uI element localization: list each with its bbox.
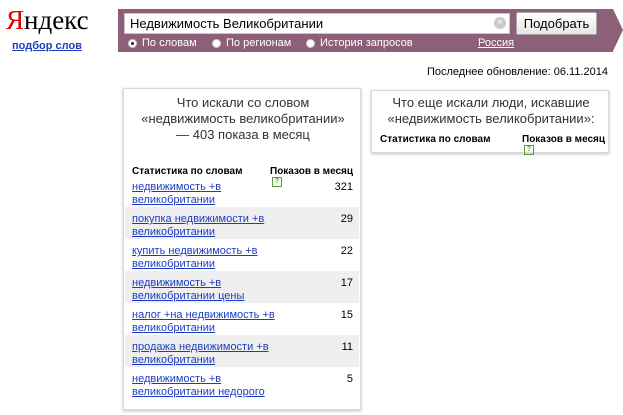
phrase-count: 17 [340,277,353,289]
words-table: недвижимость +в великобритании 321 покуп… [125,175,359,399]
phrase-count: 5 [346,373,353,385]
table-row: недвижимость +в великобритании 321 [125,175,359,207]
phrase-link[interactable]: продажа недвижимости +в великобритании [132,341,282,367]
radio-by-regions[interactable]: По регионам [212,37,291,49]
phrase-count: 15 [340,309,353,321]
phrase-link[interactable]: недвижимость +в великобритании цены [132,277,282,303]
phrase-count: 29 [340,213,353,225]
phrase-count: 321 [334,181,353,193]
phrase-link[interactable]: купить недвижимость +в великобритании [132,245,282,271]
last-updated: Последнее обновление: 06.11.2014 [426,66,608,78]
words-panel: Что искали со словом «недвижимость велик… [123,88,361,410]
radio-icon[interactable] [212,38,221,48]
yandex-logo[interactable]: Яндекс [6,5,89,35]
wordstat-link[interactable]: подбор слов [12,40,82,52]
radio-by-regions-label: По регионам [226,37,292,49]
table-row: налог +на недвижимость +в великобритании… [125,303,359,335]
clear-icon[interactable]: × [494,17,506,29]
col-count-header: Показов в месяц? [522,134,608,156]
phrase-link[interactable]: недвижимость +в великобритании [132,181,282,207]
table-row: недвижимость +в великобритании цены 17 [125,271,359,303]
submit-button[interactable]: Подобрать [516,12,597,35]
words-panel-title: Что искали со словом «недвижимость велик… [141,95,345,142]
table-row: недвижимость +в великобритании недорого … [125,367,359,399]
radio-checked-icon[interactable] [128,38,137,48]
region-link[interactable]: Россия [478,37,514,49]
table-row: купить недвижимость +в великобритании 22 [125,239,359,271]
col-count-label: Показов в месяц [522,134,606,145]
phrase-count: 22 [340,245,353,257]
radio-icon[interactable] [306,38,315,48]
related-panel: Что еще искали люди, искавшие «недвижимо… [371,90,609,156]
radio-by-words[interactable]: По словам [128,37,197,49]
radio-history-label: История запросов [320,37,413,49]
col-words-header: Статистика по словам [380,134,491,145]
radio-history[interactable]: История запросов [306,37,413,49]
logo-letter-ya: Я [6,5,25,35]
phrase-link[interactable]: покупка недвижимости +в великобритании [132,213,282,239]
table-row: покупка недвижимости +в великобритании 2… [125,207,359,239]
search-input[interactable]: Недвижимость Великобритании [124,13,510,34]
radio-by-words-label: По словам [142,37,197,49]
logo-rest: ндекс [24,5,89,35]
help-icon[interactable]: ? [524,145,534,156]
related-panel-title: Что еще искали люди, искавшие «недвижимо… [387,95,595,126]
phrase-link[interactable]: налог +на недвижимость +в великобритании [132,309,282,335]
phrase-link[interactable]: недвижимость +в великобритании недорого [132,373,282,399]
table-row: продажа недвижимости +в великобритании 1… [125,335,359,367]
phrase-count: 11 [341,341,353,353]
